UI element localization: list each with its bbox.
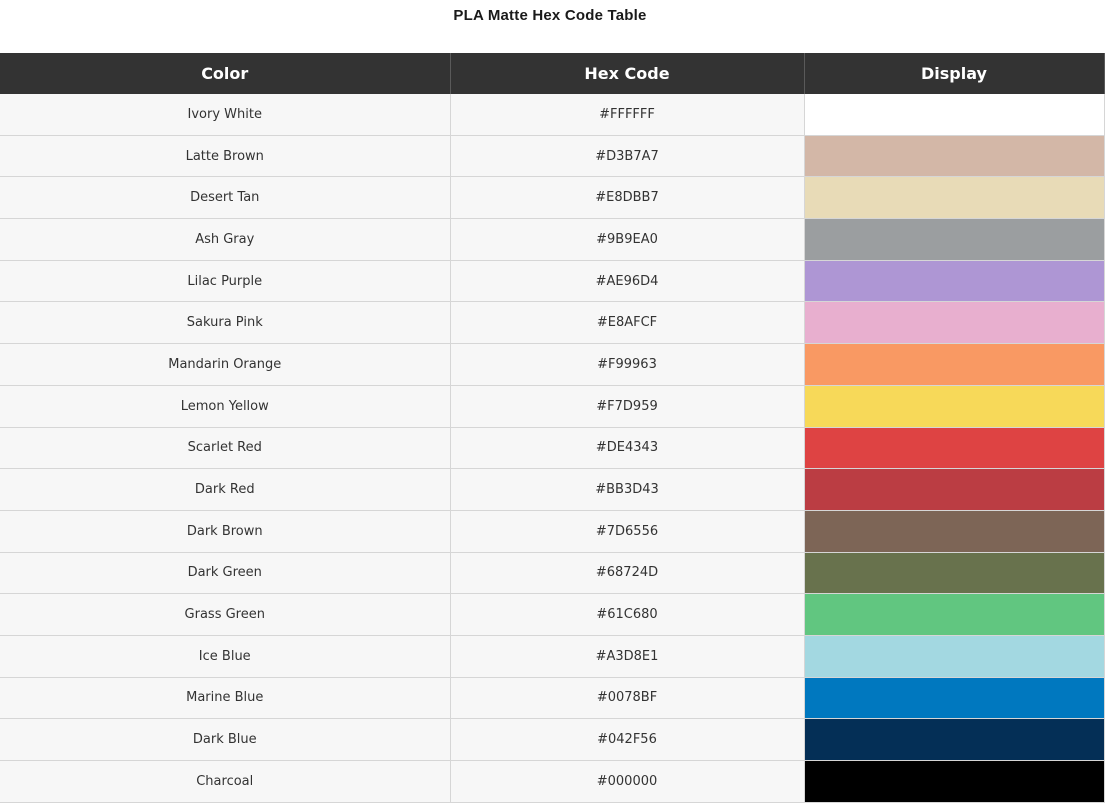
hex-code-table: Color Hex Code Display Ivory White #FFFFF…: [0, 53, 1105, 803]
color-name-cell: Mandarin Orange: [0, 343, 451, 386]
table-row: Scarlet Red #DE4343: [0, 427, 1105, 470]
color-swatch: [804, 427, 1105, 470]
color-name-cell: Desert Tan: [0, 176, 451, 220]
color-name-cell: Ash Gray: [0, 218, 451, 261]
color-name-cell: Grass Green: [0, 593, 451, 636]
color-name-cell: Lilac Purple: [0, 260, 451, 303]
hex-code-cell: #E8AFCF: [450, 301, 805, 345]
hex-code-cell: #042F56: [450, 718, 805, 761]
color-swatch: [804, 301, 1105, 345]
hex-code-cell: #7D6556: [450, 510, 805, 553]
table-row: Dark Green #68724D: [0, 552, 1105, 595]
color-name-cell: Dark Red: [0, 468, 451, 511]
color-swatch: [804, 677, 1105, 720]
color-swatch: [804, 718, 1105, 761]
color-swatch: [804, 635, 1105, 678]
table-row: Ice Blue #A3D8E1: [0, 635, 1105, 678]
hex-code-cell: #D3B7A7: [450, 135, 805, 178]
hex-code-cell: #000000: [450, 760, 805, 803]
color-swatch: [804, 760, 1105, 803]
hex-code-cell: #9B9EA0: [450, 218, 805, 261]
table-row: Dark Red #BB3D43: [0, 468, 1105, 511]
color-swatch: [804, 385, 1105, 428]
hex-code-cell: #61C680: [450, 593, 805, 636]
color-swatch: [804, 218, 1105, 261]
hex-code-cell: #68724D: [450, 552, 805, 595]
color-name-cell: Charcoal: [0, 760, 451, 803]
table-row: Mandarin Orange #F99963: [0, 343, 1105, 386]
table-row: Ivory White #FFFFFF: [0, 94, 1105, 136]
color-name-cell: Scarlet Red: [0, 427, 451, 470]
color-swatch: [804, 343, 1105, 386]
color-swatch: [804, 260, 1105, 303]
table-row: Desert Tan #E8DBB7: [0, 176, 1105, 220]
table-row: Dark Blue #042F56: [0, 718, 1105, 761]
table-header: Color Hex Code Display: [0, 53, 1105, 94]
hex-code-cell: #AE96D4: [450, 260, 805, 303]
hex-code-cell: #BB3D43: [450, 468, 805, 511]
hex-code-cell: #F7D959: [450, 385, 805, 428]
color-name-cell: Dark Brown: [0, 510, 451, 553]
table-row: Lilac Purple #AE96D4: [0, 260, 1105, 303]
table-row: Dark Brown #7D6556: [0, 510, 1105, 553]
table-row: Marine Blue #0078BF: [0, 677, 1105, 720]
table-row: Latte Brown #D3B7A7: [0, 135, 1105, 178]
color-swatch: [804, 552, 1105, 595]
color-swatch: [804, 468, 1105, 511]
color-name-cell: Latte Brown: [0, 135, 451, 178]
table-row: Lemon Yellow #F7D959: [0, 385, 1105, 428]
table-row: Sakura Pink #E8AFCF: [0, 301, 1105, 345]
color-name-cell: Sakura Pink: [0, 301, 451, 345]
column-header-hex-code: Hex Code: [449, 53, 805, 94]
column-header-display: Display: [803, 53, 1105, 94]
table-body: Ivory White #FFFFFF Latte Brown #D3B7A7 Dese…: [0, 94, 1105, 803]
color-swatch: [804, 176, 1105, 220]
page-title: PLA Matte Hex Code Table: [453, 7, 647, 24]
color-swatch: [804, 510, 1105, 553]
table-row: Ash Gray #9B9EA0: [0, 218, 1105, 261]
color-swatch: [804, 135, 1105, 178]
color-swatch: [804, 593, 1105, 636]
color-name-cell: Marine Blue: [0, 677, 451, 720]
hex-code-cell: #DE4343: [450, 427, 805, 470]
table-row: Charcoal #000000: [0, 760, 1105, 803]
color-name-cell: Dark Green: [0, 552, 451, 595]
hex-code-cell: #FFFFFF: [450, 94, 805, 136]
hex-code-cell: #A3D8E1: [450, 635, 805, 678]
color-name-cell: Dark Blue: [0, 718, 451, 761]
hex-code-cell: #0078BF: [450, 677, 805, 720]
header-row: Color Hex Code Display: [0, 53, 1105, 94]
color-name-cell: Ice Blue: [0, 635, 451, 678]
hex-code-cell: #F99963: [450, 343, 805, 386]
table-row: Grass Green #61C680: [0, 593, 1105, 636]
color-name-cell: Ivory White: [0, 94, 451, 136]
column-header-color: Color: [0, 53, 451, 94]
hex-code-cell: #E8DBB7: [450, 176, 805, 220]
color-swatch: [804, 94, 1105, 136]
color-name-cell: Lemon Yellow: [0, 385, 451, 428]
